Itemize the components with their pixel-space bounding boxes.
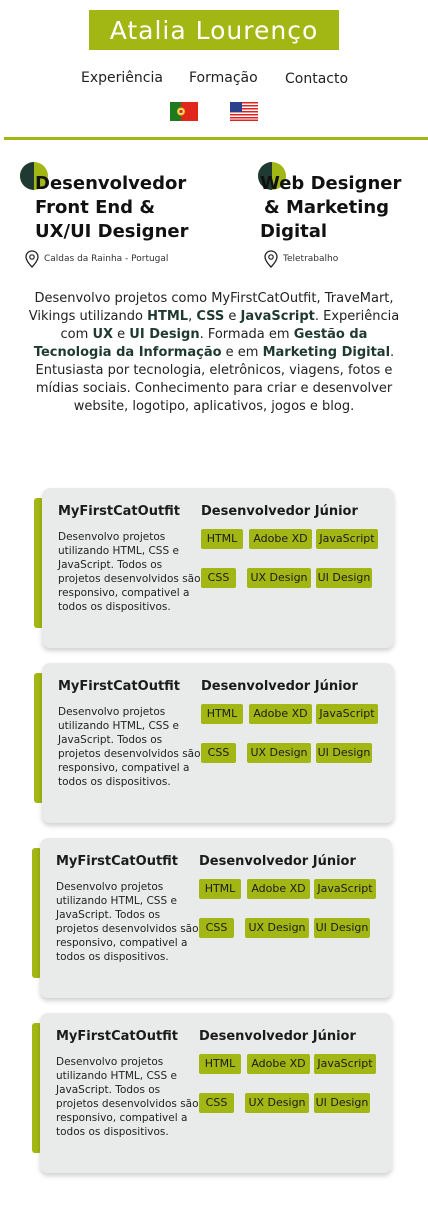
location-frontend: Caldas da Rainha - Portugal <box>25 250 168 268</box>
tag-css: CSS <box>201 743 236 763</box>
tag-html: HTML <box>201 529 243 549</box>
project-title: MyFirstCatOutfit <box>58 679 181 694</box>
site-logo[interactable]: Atalia Lourenço <box>89 10 339 50</box>
tag-ux-design: UX Design <box>245 1093 309 1113</box>
role-title-webdesigner: Web Designer & Marketing Digital <box>260 173 402 242</box>
tag-ux-design: UX Design <box>245 918 309 938</box>
tag-adobe-xd: Adobe XD <box>249 704 312 724</box>
project-description: Desenvolvo projetos utilizando HTML, CSS… <box>58 706 201 788</box>
location-webdesigner: Teletrabalho <box>264 250 338 268</box>
nav-item-experiencia[interactable]: Experiência <box>81 70 163 86</box>
tag-css: CSS <box>199 1093 234 1113</box>
tag-javascript: JavaScript <box>316 704 378 724</box>
tag-javascript: JavaScript <box>314 879 376 899</box>
intro-paragraph: Desenvolvo projetos como MyFirstCatOutfi… <box>28 291 400 414</box>
location-pin-icon <box>264 250 278 268</box>
tag-html: HTML <box>199 879 241 899</box>
tag-adobe-xd: Adobe XD <box>247 1054 310 1074</box>
header-divider <box>4 137 428 140</box>
project-card: MyFirstCatOutfit Desenvolvedor Júnior De… <box>32 838 392 1000</box>
project-title: MyFirstCatOutfit <box>56 1029 179 1044</box>
project-card: MyFirstCatOutfit Desenvolvedor Júnior De… <box>32 1013 392 1175</box>
project-card: MyFirstCatOutfit Desenvolvedor Júnior De… <box>34 488 394 650</box>
project-card-body: MyFirstCatOutfit Desenvolvedor Júnior De… <box>42 663 394 823</box>
tag-ux-design: UX Design <box>247 743 311 763</box>
project-description: Desenvolvo projetos utilizando HTML, CSS… <box>56 1056 199 1138</box>
tag-adobe-xd: Adobe XD <box>249 529 312 549</box>
location-pin-icon <box>25 250 39 268</box>
tag-ux-design: UX Design <box>247 568 311 588</box>
project-card-body: MyFirstCatOutfit Desenvolvedor Júnior De… <box>40 1013 392 1173</box>
nav-item-formacao[interactable]: Formação <box>189 70 258 86</box>
project-description: Desenvolvo projetos utilizando HTML, CSS… <box>58 531 201 613</box>
project-role: Desenvolvedor Júnior <box>201 504 358 519</box>
project-title: MyFirstCatOutfit <box>58 504 181 519</box>
tag-javascript: JavaScript <box>314 1054 376 1074</box>
project-card-body: MyFirstCatOutfit Desenvolvedor Júnior De… <box>42 488 394 648</box>
nav-item-contacto[interactable]: Contacto <box>285 71 348 87</box>
tag-ui-design: UI Design <box>314 918 370 938</box>
tag-adobe-xd: Adobe XD <box>247 879 310 899</box>
tag-css: CSS <box>199 918 234 938</box>
project-card-body: MyFirstCatOutfit Desenvolvedor Júnior De… <box>40 838 392 998</box>
project-card: MyFirstCatOutfit Desenvolvedor Júnior De… <box>34 663 394 825</box>
role-title-frontend: Desenvolvedor Front End & UX/UI Designer <box>35 173 189 242</box>
main-nav: Experiência Formação Contacto <box>0 70 428 90</box>
portugal-flag-icon[interactable] <box>170 102 198 121</box>
tag-ui-design: UI Design <box>316 743 372 763</box>
project-role: Desenvolvedor Júnior <box>199 1029 356 1044</box>
tag-ui-design: UI Design <box>314 1093 370 1113</box>
project-title: MyFirstCatOutfit <box>56 854 179 869</box>
tag-html: HTML <box>199 1054 241 1074</box>
project-role: Desenvolvedor Júnior <box>199 854 356 869</box>
tag-css: CSS <box>201 568 236 588</box>
usa-flag-icon[interactable] <box>230 102 258 121</box>
project-description: Desenvolvo projetos utilizando HTML, CSS… <box>56 881 199 963</box>
tag-html: HTML <box>201 704 243 724</box>
tag-javascript: JavaScript <box>316 529 378 549</box>
tag-ui-design: UI Design <box>316 568 372 588</box>
project-role: Desenvolvedor Júnior <box>201 679 358 694</box>
